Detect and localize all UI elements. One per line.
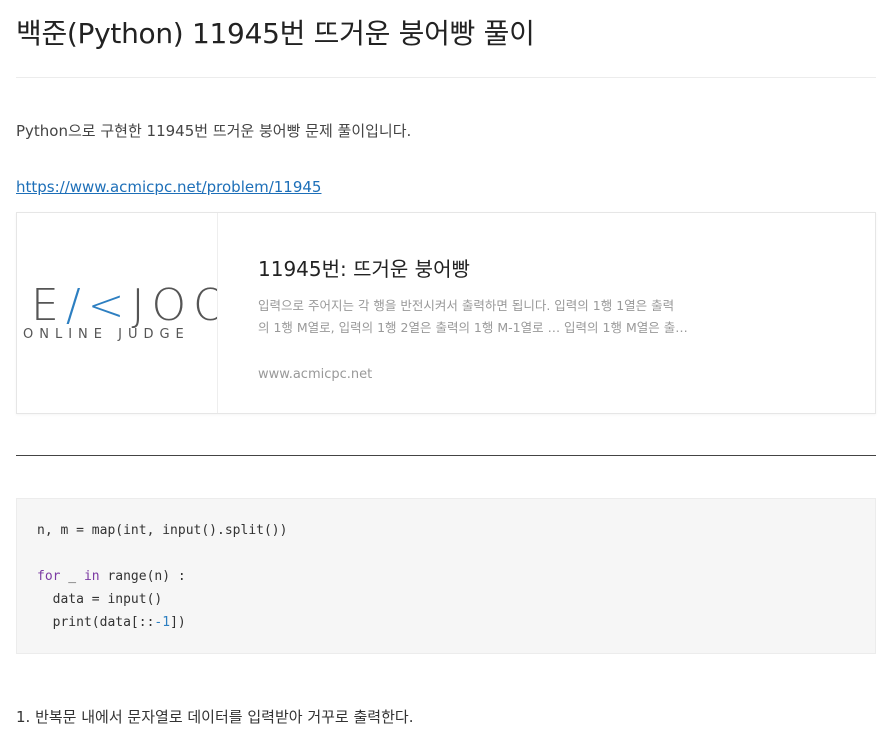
code-text: range(n) :	[99, 569, 186, 584]
preview-description: 입력으로 주어지는 각 행을 반전시켜서 출력하면 됩니다. 입력의 1행 1열…	[258, 295, 728, 339]
code-number: -1	[154, 615, 171, 630]
baekjoon-logo: E/<JOO	[31, 280, 217, 331]
link-preview-card[interactable]: E/<JOO ONLINE JUDGE 11945번: 뜨거운 붕어빵 입력으로…	[16, 212, 876, 414]
code-block: n, m = map(int, input().split()) for _ i…	[16, 498, 876, 654]
code-text: _	[60, 569, 84, 584]
preview-description-line: 의 1행 M열로, 입력의 1행 2열은 출력의 1행 M-1열로 … 입력의 …	[258, 320, 688, 335]
intro-text: Python으로 구현한 11945번 뜨거운 붕어빵 문제 풀이입니다.	[16, 122, 412, 140]
code-line-3: for _ in range(n) :	[37, 569, 186, 584]
problem-link[interactable]: https://www.acmicpc.net/problem/11945	[16, 178, 321, 196]
code-keyword-in: in	[83, 569, 100, 584]
preview-body: 11945번: 뜨거운 붕어빵 입력으로 주어지는 각 행을 반전시켜서 출력하…	[218, 213, 875, 413]
code-text: print(data[::	[37, 615, 155, 630]
section-divider	[16, 455, 876, 456]
code-line-1: n, m = map(int, input().split())	[37, 523, 288, 538]
logo-subtitle: ONLINE JUDGE	[23, 327, 190, 342]
code-keyword-for: for	[37, 569, 61, 584]
preview-thumbnail: E/<JOO ONLINE JUDGE	[17, 213, 218, 413]
code-text: ])	[170, 615, 186, 630]
title-divider	[16, 77, 876, 78]
code-line-5: print(data[::-1])	[37, 615, 186, 630]
page-title: 백준(Python) 11945번 뜨거운 붕어빵 풀이	[16, 17, 535, 50]
preview-url: www.acmicpc.net	[258, 367, 373, 382]
logo-letter-e: E	[31, 280, 66, 331]
code-line-4: data = input()	[37, 592, 163, 607]
explanation-step-1: 1. 반복문 내에서 문자열로 데이터를 입력받아 거꾸로 출력한다.	[16, 708, 414, 726]
preview-title: 11945번: 뜨거운 붕어빵	[258, 257, 470, 281]
logo-accent-k: /<	[65, 280, 132, 331]
logo-letters-joo: JOO	[131, 280, 217, 331]
preview-description-line: 입력으로 주어지는 각 행을 반전시켜서 출력하면 됩니다. 입력의 1행 1열…	[258, 298, 675, 313]
